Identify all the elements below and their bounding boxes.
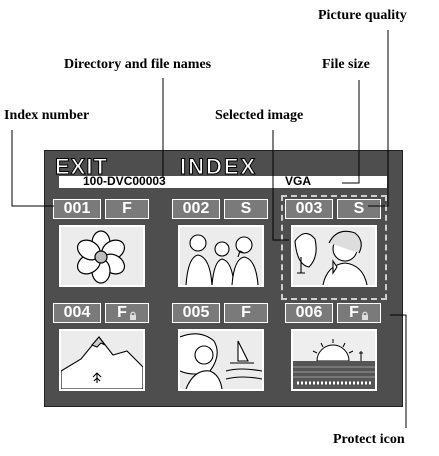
picture-quality-leader — [368, 30, 389, 207]
selected-image-leader — [272, 130, 289, 241]
protect-icon-leader — [390, 314, 407, 428]
index-number-leader — [11, 130, 54, 207]
file-size-leader — [342, 80, 360, 184]
callout-leader-lines — [11, 30, 407, 428]
